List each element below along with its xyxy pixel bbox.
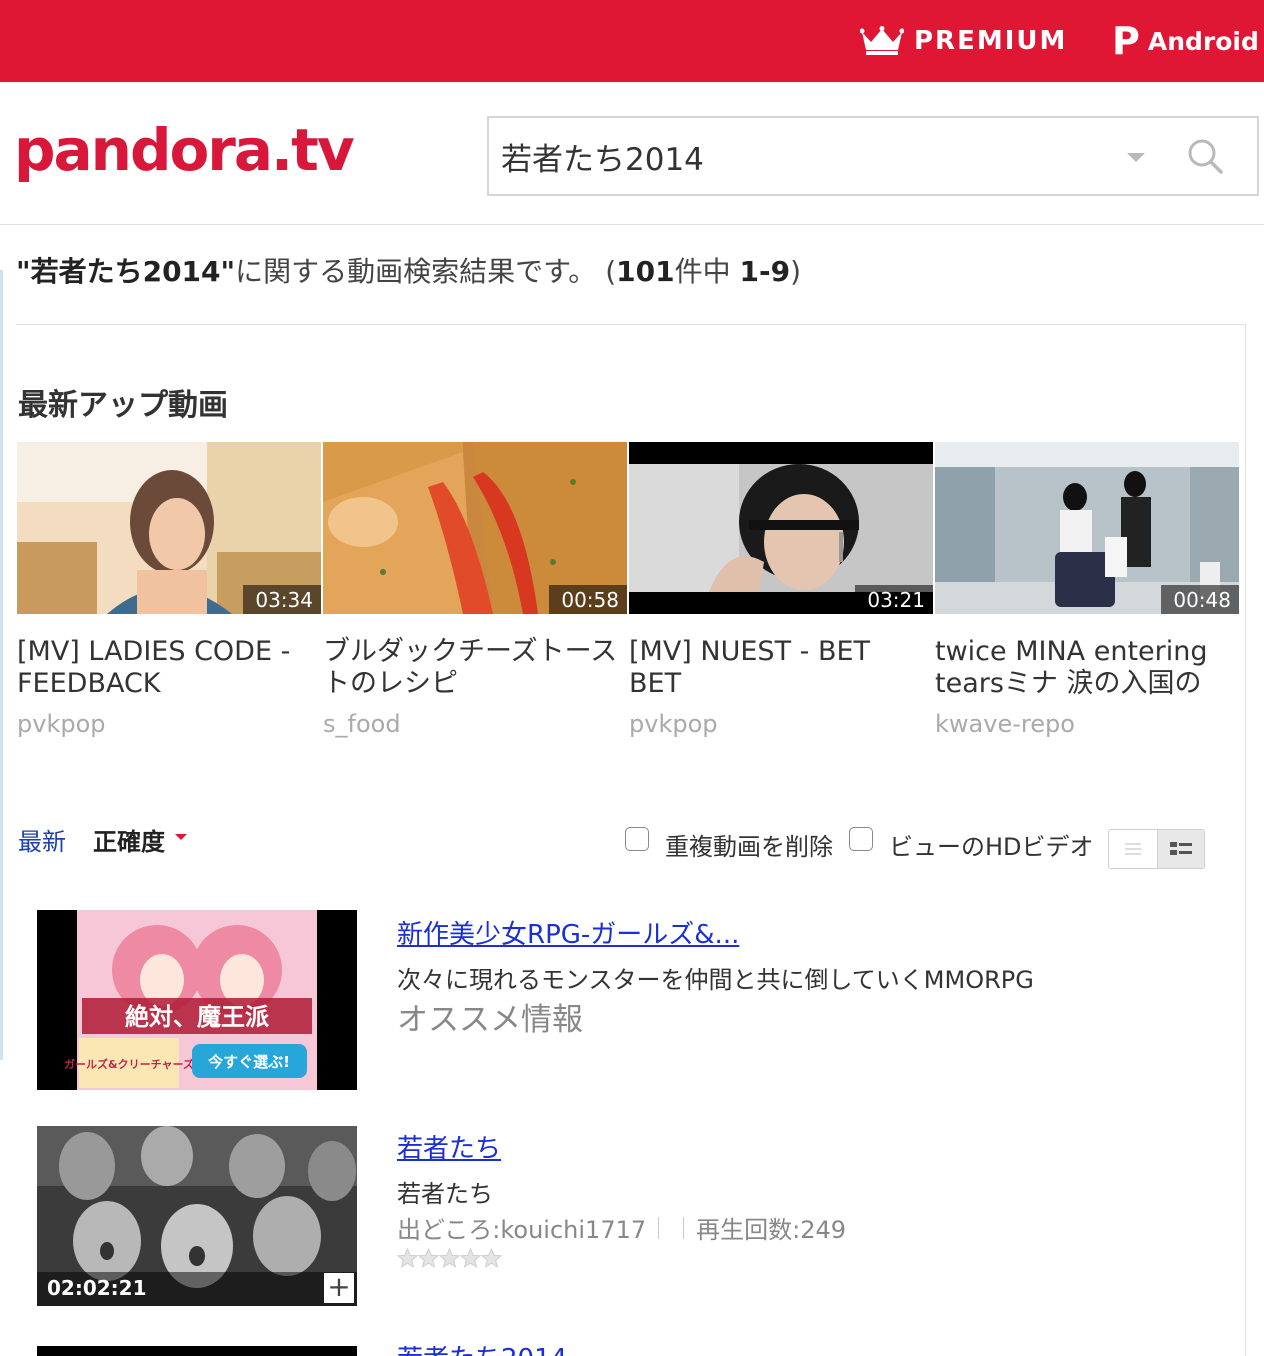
video-thumbnail[interactable]: 00:58 [323,442,627,614]
summary-end: ) [790,255,802,288]
search-icon[interactable] [1185,136,1225,176]
result-views: 再生回数:249 [696,1216,847,1244]
result-row-ad: 絶対、魔王派 ガールズ&クリーチャーズ 今すぐ選ぶ! 新作美少女RPG-ガールズ… [37,910,1217,1100]
pandora-p-icon: P [1112,19,1140,63]
result-row: 若者たち2014 [37,1346,1217,1356]
detail-view-button[interactable] [1156,830,1204,868]
video-duration: 00:58 [549,585,627,614]
result-description: 若者たち [397,1180,493,1208]
detail-view-icon [1169,842,1192,855]
result-thumbnail[interactable] [37,1346,357,1356]
meta-separator [658,1216,660,1239]
video-card-title[interactable]: ブルダックチーズトーストのレシピ [323,636,621,700]
premium-link[interactable]: PREMIUM [860,22,1067,60]
caret-down-icon [175,834,187,840]
result-description: 次々に現れるモンスターを仲間と共に倒していくMMORPG [397,966,1034,994]
video-card-title[interactable]: twice MINA entering tearsミナ 涙の入国の [935,636,1233,700]
list-view-icon [1124,843,1141,855]
result-title-link[interactable]: 新作美少女RPG-ガールズ&... [397,914,739,951]
video-card-channel[interactable]: pvkpop [629,710,718,738]
sort-accuracy-link[interactable]: 正確度 [93,822,165,857]
left-accent-strip [0,270,3,1060]
result-thumbnail-image: 絶対、魔王派 ガールズ&クリーチャーズ 今すぐ選ぶ! [37,910,357,1090]
star-icon [439,1248,460,1269]
view-toggle [1108,829,1205,869]
video-card[interactable]: 03:34 [MV] LADIES CODE - FEEDBACK pvkpop [17,442,321,752]
star-icon [397,1248,418,1269]
ad-thumb-brand-text: ガールズ&クリーチャーズ [64,1057,194,1071]
search-box [487,116,1259,196]
star-icon [481,1248,502,1269]
video-duration: 00:48 [1161,585,1239,614]
video-duration: 03:34 [243,585,321,614]
search-input[interactable] [501,132,1101,180]
result-thumbnail[interactable]: 02:02:21 + [37,1126,357,1306]
result-source[interactable]: 出どころ:kouichi1717 [397,1210,646,1245]
top-bar: PREMIUM P Android L [0,0,1264,82]
video-thumbnail[interactable]: 03:21 [629,442,933,614]
add-to-playlist-button[interactable]: + [324,1273,354,1303]
dedupe-checkbox[interactable] [625,827,649,851]
right-divider [1245,325,1246,1356]
summary-range: 1-9 [739,255,791,288]
ad-thumb-cta-text: 今すぐ選ぶ! [207,1053,290,1071]
premium-label: PREMIUM [914,26,1068,56]
video-card-channel[interactable]: kwave-repo [935,710,1075,738]
video-card[interactable]: 00:58 ブルダックチーズトーストのレシピ s_food [323,442,627,752]
latest-cards: 03:34 [MV] LADIES CODE - FEEDBACK pvkpop… [17,442,1241,752]
android-label: Android L [1147,26,1264,56]
hd-checkbox[interactable] [849,827,873,851]
meta-separator [683,1216,685,1239]
video-card-channel[interactable]: pvkpop [17,710,106,738]
android-link[interactable]: P Android L [1112,22,1264,60]
summary-query: "若者たち2014" [16,255,236,288]
result-thumbnail[interactable]: 絶対、魔王派 ガールズ&クリーチャーズ 今すぐ選ぶ! [37,910,357,1090]
star-icon [418,1248,439,1269]
logo[interactable]: pandora.tv [14,116,355,184]
video-card-title[interactable]: [MV] NUEST - BET BET [629,636,927,700]
list-view-button[interactable] [1109,830,1157,868]
video-card[interactable]: 03:21 [MV] NUEST - BET BET pvkpop [629,442,933,752]
summary-total: 101 [616,255,675,288]
search-summary: "若者たち2014"に関する動画検索結果です。 (101件中 1-9) [16,250,801,290]
star-icon [460,1248,481,1269]
latest-section-title: 最新アップ動画 [18,388,228,423]
header: pandora.tv [0,82,1264,225]
summary-divider [16,324,1246,325]
video-card-title[interactable]: [MV] LADIES CODE - FEEDBACK [17,636,315,700]
summary-mid: 件中 [674,255,740,288]
result-meta: 出どころ:kouichi1717 再生回数:249 [397,1210,846,1245]
search-dropdown-arrow-icon[interactable] [1127,153,1145,162]
video-duration: 03:21 [855,585,933,614]
dedupe-label[interactable]: 重複動画を削除 [665,827,833,862]
result-title-link[interactable]: 若者たち [397,1128,501,1165]
video-card[interactable]: 00:48 twice MINA entering tearsミナ 涙の入国の … [935,442,1239,752]
ad-thumb-main-text: 絶対、魔王派 [125,1003,269,1031]
result-row: 02:02:21 + 若者たち 若者たち 出どころ:kouichi1717 再生… [37,1126,1217,1306]
result-duration: 02:02:21 [47,1276,147,1300]
recommend-label: オススメ情報 [397,1002,583,1038]
result-title-link[interactable]: 若者たち2014 [397,1346,567,1356]
video-thumbnail[interactable]: 00:48 [935,442,1239,614]
rating-stars [397,1248,502,1269]
video-card-channel[interactable]: s_food [323,710,401,738]
crown-icon [860,26,904,55]
video-thumbnail[interactable]: 03:34 [17,442,321,614]
hd-label[interactable]: ビューのHDビデオ [889,827,1094,862]
sort-latest-link[interactable]: 最新 [18,822,66,857]
summary-text: に関する動画検索結果です。 ( [235,255,617,288]
